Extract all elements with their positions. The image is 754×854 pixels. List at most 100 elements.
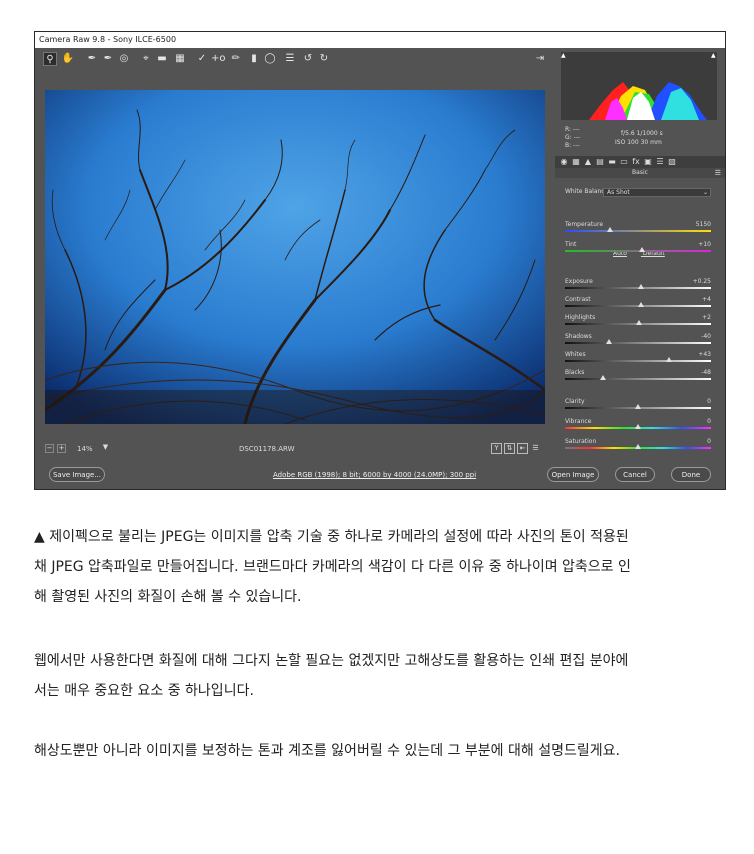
tint-slider-handle[interactable] [639, 247, 646, 252]
white-balance-select[interactable]: As Shot ⌄ [603, 188, 711, 197]
clarity-value[interactable]: 0 [707, 398, 711, 405]
transform-tool-icon[interactable]: ▦ [173, 52, 187, 66]
tint-slider[interactable] [565, 247, 711, 252]
color-sampler-tool-icon[interactable]: ✒ [101, 52, 115, 66]
exif-iso-focal: ISO 100 30 mm [615, 139, 662, 146]
preferences-icon[interactable]: ☰ [283, 52, 297, 66]
g-readout: G: --- [565, 134, 581, 141]
exposure-slider[interactable] [565, 284, 711, 289]
straighten-tool-icon[interactable]: ▬ [155, 52, 169, 66]
shadows-slider[interactable] [565, 339, 711, 344]
window-title: Camera Raw 9.8 - Sony ILCE-6500 [35, 32, 725, 48]
cancel-button[interactable]: Cancel [615, 467, 655, 482]
blacks-slider-handle[interactable] [599, 375, 606, 380]
contrast-slider[interactable] [565, 302, 711, 307]
radial-filter-icon[interactable]: ◯ [263, 52, 277, 66]
graduated-filter-icon[interactable]: ▮ [247, 52, 261, 66]
vibrance-value[interactable]: 0 [707, 418, 711, 425]
contrast-label: Contrast [565, 296, 591, 303]
basic-tab-icon[interactable]: ◉ [559, 157, 569, 167]
panel-menu-icon[interactable]: ☰ [715, 168, 721, 178]
contrast-value[interactable]: +4 [702, 296, 711, 303]
article-line: ▲ 제이펙으로 불리는 JPEG는 이미지를 압축 기술 중 하나로 카메라의 … [34, 529, 629, 545]
chevron-down-icon: ⌄ [702, 189, 708, 196]
blacks-value[interactable]: -48 [701, 369, 711, 376]
highlights-value[interactable]: +2 [702, 314, 711, 321]
lens-tab-icon[interactable]: ▭ [619, 157, 629, 167]
saturation-slider[interactable] [565, 444, 711, 449]
toggle-fullscreen-icon[interactable]: ⇥ [533, 52, 547, 66]
clarity-slider[interactable] [565, 404, 711, 409]
zoom-tool-icon[interactable]: ⚲ [43, 52, 57, 66]
detail-tab-icon[interactable]: ▲ [583, 157, 593, 167]
whites-label: Whites [565, 351, 586, 358]
panel-tabs: ◉ ▦ ▲ ▤ ▬ ▭ fx ▣ ☰ ▧ [555, 156, 725, 168]
zoom-dropdown-icon[interactable]: ▼ [101, 444, 110, 453]
white-balance-row: White Balance: As Shot ⌄ [565, 188, 711, 198]
presets-tab-icon[interactable]: ☰ [655, 157, 665, 167]
tool-bar: ⚲ ✋ ✒ ✒ ◎ ⌖ ▬ ▦ ✓ +o ✏ ▮ ◯ ☰ ↺ ↻ [35, 48, 555, 70]
white-balance-tool-icon[interactable]: ✒ [85, 52, 99, 66]
spot-removal-tool-icon[interactable]: ✓ [195, 52, 209, 66]
save-image-button[interactable]: Save Image... [49, 467, 105, 482]
shadows-value[interactable]: -40 [701, 333, 711, 340]
vibrance-label: Vibrance [565, 418, 592, 425]
shadows-slider-handle[interactable] [605, 339, 612, 344]
preview-image [45, 90, 545, 424]
temperature-slider[interactable] [565, 227, 711, 232]
whites-slider-handle[interactable] [665, 357, 672, 362]
tint-label: Tint [565, 241, 577, 248]
hand-tool-icon[interactable]: ✋ [61, 52, 75, 66]
contrast-slider-handle[interactable] [637, 302, 644, 307]
highlights-slider[interactable] [565, 320, 711, 325]
camera-calibration-tab-icon[interactable]: ▣ [643, 157, 653, 167]
highlight-clipping-icon[interactable]: ▲ [711, 52, 717, 59]
fx-tab-icon[interactable]: fx [631, 157, 641, 167]
exposure-label: Exposure [565, 278, 593, 285]
tone-curve-tab-icon[interactable]: ▦ [571, 157, 581, 167]
split-toning-tab-icon[interactable]: ▬ [607, 157, 617, 167]
zoom-in-button[interactable]: + [57, 444, 66, 453]
clarity-slider-handle[interactable] [635, 404, 641, 409]
highlights-slider-handle[interactable] [636, 320, 643, 325]
saturation-slider-handle[interactable] [635, 444, 641, 449]
panel-title-text: Basic [632, 169, 648, 176]
article-paragraph-1: ▲ 제이펙으로 불리는 JPEG는 이미지를 압축 기술 중 하나로 카메라의 … [34, 522, 724, 612]
shadow-clipping-icon[interactable]: ▲ [561, 52, 567, 59]
saturation-label: Saturation [565, 438, 597, 445]
open-image-button[interactable]: Open Image [547, 467, 599, 482]
blacks-label: Blacks [565, 369, 585, 376]
tint-value[interactable]: +10 [698, 241, 711, 248]
done-button[interactable]: Done [671, 467, 711, 482]
zoom-out-button[interactable]: − [45, 444, 54, 453]
vibrance-slider-handle[interactable] [635, 424, 641, 429]
targeted-adjustment-tool-icon[interactable]: ◎ [117, 52, 131, 66]
b-readout: B: --- [565, 142, 580, 149]
snapshots-tab-icon[interactable]: ▧ [667, 157, 677, 167]
adjustment-panel: ▲ ▲ R: --- G: --- B: --- f/5.6 1/1000 s … [555, 48, 725, 462]
zoom-level[interactable]: 14% [77, 445, 93, 453]
vibrance-slider[interactable] [565, 424, 711, 429]
camera-raw-screenshot: Camera Raw 9.8 - Sony ILCE-6500 ⚲ ✋ ✒ ✒ … [34, 31, 726, 490]
swap-settings-icon[interactable]: ⇅ [504, 443, 515, 454]
whites-slider[interactable] [565, 357, 711, 362]
blacks-slider[interactable] [565, 375, 711, 380]
whites-value[interactable]: +43 [698, 351, 711, 358]
red-eye-tool-icon[interactable]: +o [211, 52, 226, 66]
temperature-slider-handle[interactable] [607, 227, 614, 232]
toggle-settings-icon[interactable]: ☰ [530, 444, 541, 455]
temperature-value[interactable]: 5150 [696, 221, 711, 228]
hsl-tab-icon[interactable]: ▤ [595, 157, 605, 167]
crop-tool-icon[interactable]: ⌖ [139, 52, 153, 66]
saturation-value[interactable]: 0 [707, 438, 711, 445]
article-line: 해상도뿐만 아니라 이미지를 보정하는 톤과 계조를 잃어버릴 수 있는데 그 … [34, 743, 620, 759]
rotate-cw-icon[interactable]: ↻ [317, 52, 331, 66]
exposure-value[interactable]: +0.25 [693, 278, 711, 285]
before-after-y-icon[interactable]: Y [491, 443, 502, 454]
copy-settings-icon[interactable]: ⇤ [517, 443, 528, 454]
workflow-options-link[interactable]: Adobe RGB (1998); 8 bit; 6000 by 4000 (2… [273, 471, 476, 479]
adjustment-brush-icon[interactable]: ✏ [229, 52, 243, 66]
exposure-slider-handle[interactable] [637, 284, 644, 289]
article-line: 웹에서만 사용한다면 화질에 대해 그다지 논할 필요는 없겠지만 고해상도를 … [34, 653, 629, 669]
rotate-ccw-icon[interactable]: ↺ [301, 52, 315, 66]
